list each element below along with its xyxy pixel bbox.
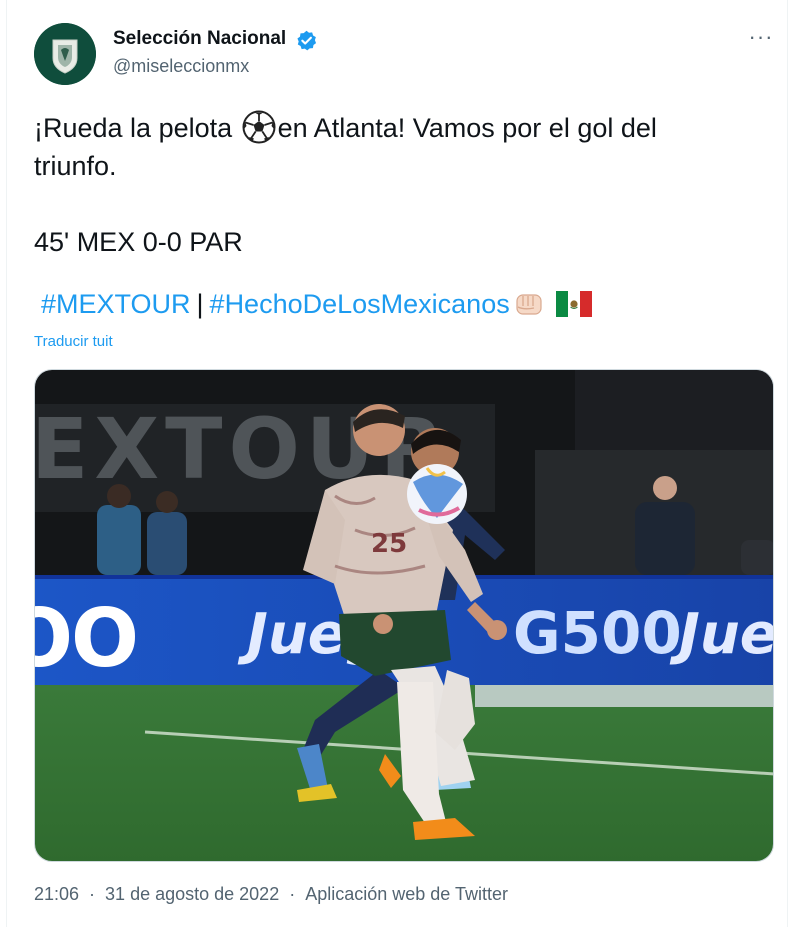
tweet-card: Selección Nacional @miseleccionmx ··· ¡R… (6, 0, 788, 927)
score-line: 45' MEX 0-0 PAR (34, 227, 243, 257)
tweet-line-2: triunfo. (34, 151, 117, 181)
avatar[interactable] (34, 23, 96, 85)
verified-badge-icon (297, 30, 317, 51)
translate-tweet-link[interactable]: Traducir tuit (34, 333, 113, 350)
tweet-text-part: ¡Rueda la pelota (34, 113, 240, 143)
tweet-source: Aplicación web de Twitter (305, 884, 508, 904)
soccer-ball-icon (242, 110, 276, 144)
fist-icon (516, 294, 542, 315)
tweet-metadata: 21:06 · 31 de agosto de 2022 · Aplicación we… (34, 884, 508, 905)
player-number: 25 (371, 529, 407, 559)
hashtag-hechodelosmexicanos[interactable]: #HechoDeLosMexicanos (210, 289, 510, 319)
mexico-federation-crest-icon (34, 23, 96, 85)
display-name[interactable]: Selección Nacional (113, 28, 286, 50)
tweet-text: ¡Rueda la pelota en Atlanta! Vamos por e… (34, 109, 774, 261)
tweet-media-photo[interactable]: EXTOUR OO Juega G500 Juega (34, 369, 774, 862)
match-photo: EXTOUR OO Juega G500 Juega (35, 370, 774, 861)
tweet-time[interactable]: 21:06 (34, 884, 79, 905)
tweet-text-part: en Atlanta! Vamos por el gol del (277, 113, 657, 143)
ad-text-right: Juega (669, 602, 774, 667)
tweet-line-1: ¡Rueda la pelota en Atlanta! Vamos por e… (34, 109, 774, 147)
mexico-flag-icon (555, 291, 592, 317)
more-options-button[interactable]: ··· (748, 26, 774, 52)
hashtag-mextour[interactable]: #MEXTOUR (41, 289, 191, 319)
ad-text-left: OO (35, 592, 137, 685)
ad-text-g500: G500 (513, 599, 682, 667)
meta-separator: · (289, 884, 296, 904)
account-handle[interactable]: @miseleccionmx (113, 56, 249, 77)
hashtag-separator: | (196, 289, 204, 319)
tweet-date[interactable]: 31 de agosto de 2022 (105, 884, 279, 905)
meta-separator: · (89, 884, 96, 904)
hashtag-row: #MEXTOUR | #HechoDeLosMexicanos (41, 289, 592, 320)
